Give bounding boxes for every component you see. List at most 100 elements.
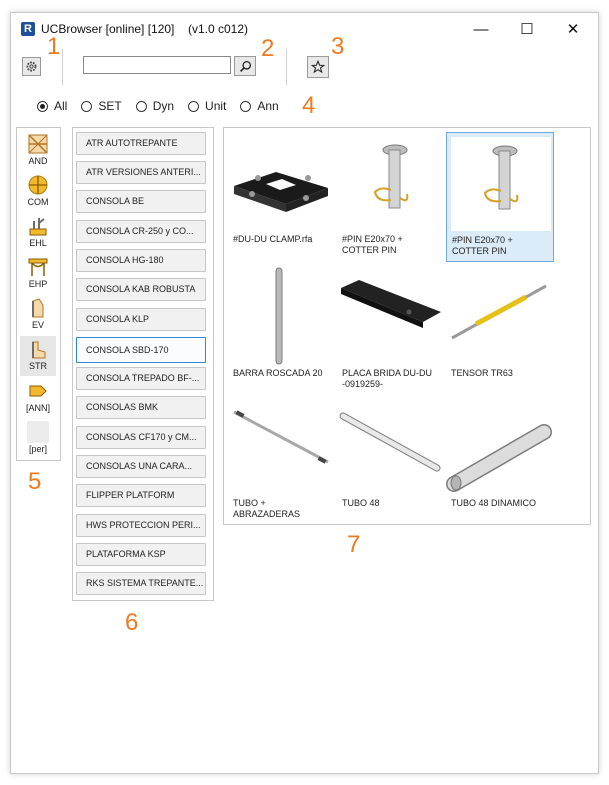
item-tile[interactable]: BARRA ROSCADA 20	[228, 266, 336, 396]
item-tile-selected[interactable]: #PIN E20x70 + COTTER PIN	[446, 132, 554, 262]
annotation-6: 6	[125, 609, 139, 636]
filter-ann-radio[interactable]: Ann	[240, 99, 279, 113]
filter-radio-group: All SET Dyn Unit Ann	[37, 98, 293, 114]
family-list-item[interactable]: CONSOLAS CF170 y CM...	[76, 426, 206, 449]
item-label: TUBO 48	[342, 498, 380, 508]
family-list-item[interactable]: CONSOLA KAB ROBUSTA	[76, 278, 206, 301]
magnifier-icon	[239, 60, 251, 72]
window-title: UCBrowser [online] [120]	[41, 22, 175, 36]
plate-thumbnail	[341, 280, 441, 328]
minimize-icon: —	[473, 20, 489, 38]
annotation-5: 5	[28, 468, 42, 495]
family-list-item[interactable]: CONSOLA HG-180	[76, 249, 206, 272]
family-list-item-selected[interactable]: CONSOLA SBD-170	[76, 337, 206, 363]
family-list-item[interactable]: CONSOLA TREPADO BF-...	[76, 367, 206, 390]
category-label: [ANN]	[25, 403, 50, 413]
category-ev[interactable]: EV	[20, 295, 56, 335]
toolbar-divider	[62, 49, 63, 85]
item-label: #PIN E20x70 + COTTER PIN	[452, 235, 513, 256]
category-ehp[interactable]: EHP	[20, 254, 56, 294]
item-grid-panel: #DU-DU CLAMP.rfa #PIN E20x70 + COTTER PI…	[223, 127, 591, 525]
category-str[interactable]: STR	[20, 336, 56, 376]
family-list-item[interactable]: ATR VERSIONES ANTERI...	[76, 161, 206, 184]
annotation-2: 2	[261, 35, 275, 62]
family-list-item[interactable]: PLATAFORMA KSP	[76, 543, 206, 566]
radio-unchecked-icon	[81, 100, 93, 112]
title-bar[interactable]: R UCBrowser [online] [120] (v1.0 c012) —…	[11, 13, 598, 45]
filter-ann-label: Ann	[257, 99, 279, 113]
com-icon	[28, 175, 48, 195]
radio-unchecked-icon	[240, 100, 252, 112]
ev-icon	[32, 298, 44, 318]
maximize-icon: ☐	[520, 21, 534, 38]
threaded-bar-thumbnail	[275, 267, 283, 365]
item-label: TUBO + ABRAZADERAS	[233, 498, 301, 519]
family-list-item[interactable]: CONSOLA BE	[76, 190, 206, 213]
category-label: [per]	[28, 444, 47, 454]
item-tile[interactable]: #PIN E20x70 + COTTER PIN	[337, 132, 445, 262]
str-icon	[32, 341, 46, 359]
category-and[interactable]: AND	[20, 131, 56, 171]
tube-dynamic-thumbnail	[446, 424, 552, 492]
item-tile[interactable]: TUBO 48	[337, 396, 445, 526]
family-list-item[interactable]: CONSOLAS BMK	[76, 396, 206, 419]
item-tile[interactable]: PLACA BRIDA DU-DU -0919259-	[337, 266, 445, 396]
family-list-item[interactable]: FLIPPER PLATFORM	[76, 484, 206, 507]
window-version: (v1.0 c012)	[188, 22, 249, 36]
close-button[interactable]: ✕	[551, 17, 595, 41]
and-icon	[28, 134, 48, 154]
family-list-item[interactable]: CONSOLAS UNA CARA...	[76, 455, 206, 478]
settings-button[interactable]	[22, 57, 41, 76]
category-com[interactable]: COM	[20, 172, 56, 212]
revit-logo-icon: R	[21, 22, 35, 36]
family-list-item[interactable]: HWS PROTECCION PERI...	[76, 514, 206, 537]
annotation-4: 4	[302, 92, 316, 119]
maximize-button[interactable]: ☐	[505, 17, 549, 41]
item-tile[interactable]: TUBO + ABRAZADERAS	[228, 396, 336, 526]
radio-checked-icon	[37, 100, 48, 112]
category-label: EHP	[28, 279, 48, 289]
family-list-item[interactable]: CONSOLA CR-250 y CO...	[76, 220, 206, 243]
filter-all-radio[interactable]: All	[37, 99, 67, 113]
item-tile[interactable]: TUBO 48 DINAMICO	[446, 396, 554, 526]
category-ann[interactable]: [ANN]	[20, 378, 56, 418]
item-label: PLACA BRIDA DU-DU -0919259-	[342, 368, 433, 389]
ehp-icon	[28, 258, 48, 276]
family-list-item[interactable]: ATR AUTOTREPANTE	[76, 132, 206, 155]
filter-all-label: All	[54, 99, 68, 113]
item-tile[interactable]: #DU-DU CLAMP.rfa	[228, 132, 336, 262]
minimize-button[interactable]: —	[459, 17, 503, 41]
pin-thumbnail	[451, 137, 551, 231]
filter-set-label: SET	[98, 99, 122, 113]
annotation-1: 1	[47, 33, 61, 60]
family-list-item[interactable]: CONSOLA KLP	[76, 308, 206, 331]
gear-icon	[26, 61, 37, 72]
close-icon: ✕	[566, 21, 580, 38]
radio-unchecked-icon	[135, 100, 147, 112]
category-label: AND	[28, 156, 48, 166]
family-list-item[interactable]: RKS SISTEMA TREPANTE...	[76, 572, 206, 595]
app-window: R UCBrowser [online] [120] (v1.0 c012) —…	[10, 12, 599, 774]
tensor-thumbnail	[451, 284, 547, 340]
filter-set-radio[interactable]: SET	[81, 99, 122, 113]
category-label: COM	[27, 197, 49, 207]
category-per[interactable]: [per]	[20, 419, 56, 459]
family-list-panel: ATR AUTOTREPANTE ATR VERSIONES ANTERI...…	[72, 127, 214, 601]
ehl-icon	[29, 218, 47, 236]
favorite-button[interactable]	[307, 56, 329, 78]
annotation-7: 7	[347, 531, 361, 558]
search-button[interactable]	[234, 56, 256, 76]
search-input[interactable]	[83, 56, 231, 74]
star-icon	[311, 60, 325, 74]
radio-unchecked-icon	[188, 100, 200, 112]
item-label: TUBO 48 DINAMICO	[451, 498, 537, 508]
category-ehl[interactable]: EHL	[20, 213, 56, 253]
category-label: STR	[29, 361, 47, 371]
tube-clamps-thumbnail	[233, 410, 329, 464]
tube-thumbnail	[339, 412, 441, 472]
ann-icon	[29, 385, 47, 397]
filter-unit-radio[interactable]: Unit	[188, 99, 226, 113]
filter-dyn-radio[interactable]: Dyn	[135, 99, 175, 113]
filter-dyn-label: Dyn	[152, 99, 175, 113]
item-tile[interactable]: TENSOR TR63	[446, 266, 554, 396]
